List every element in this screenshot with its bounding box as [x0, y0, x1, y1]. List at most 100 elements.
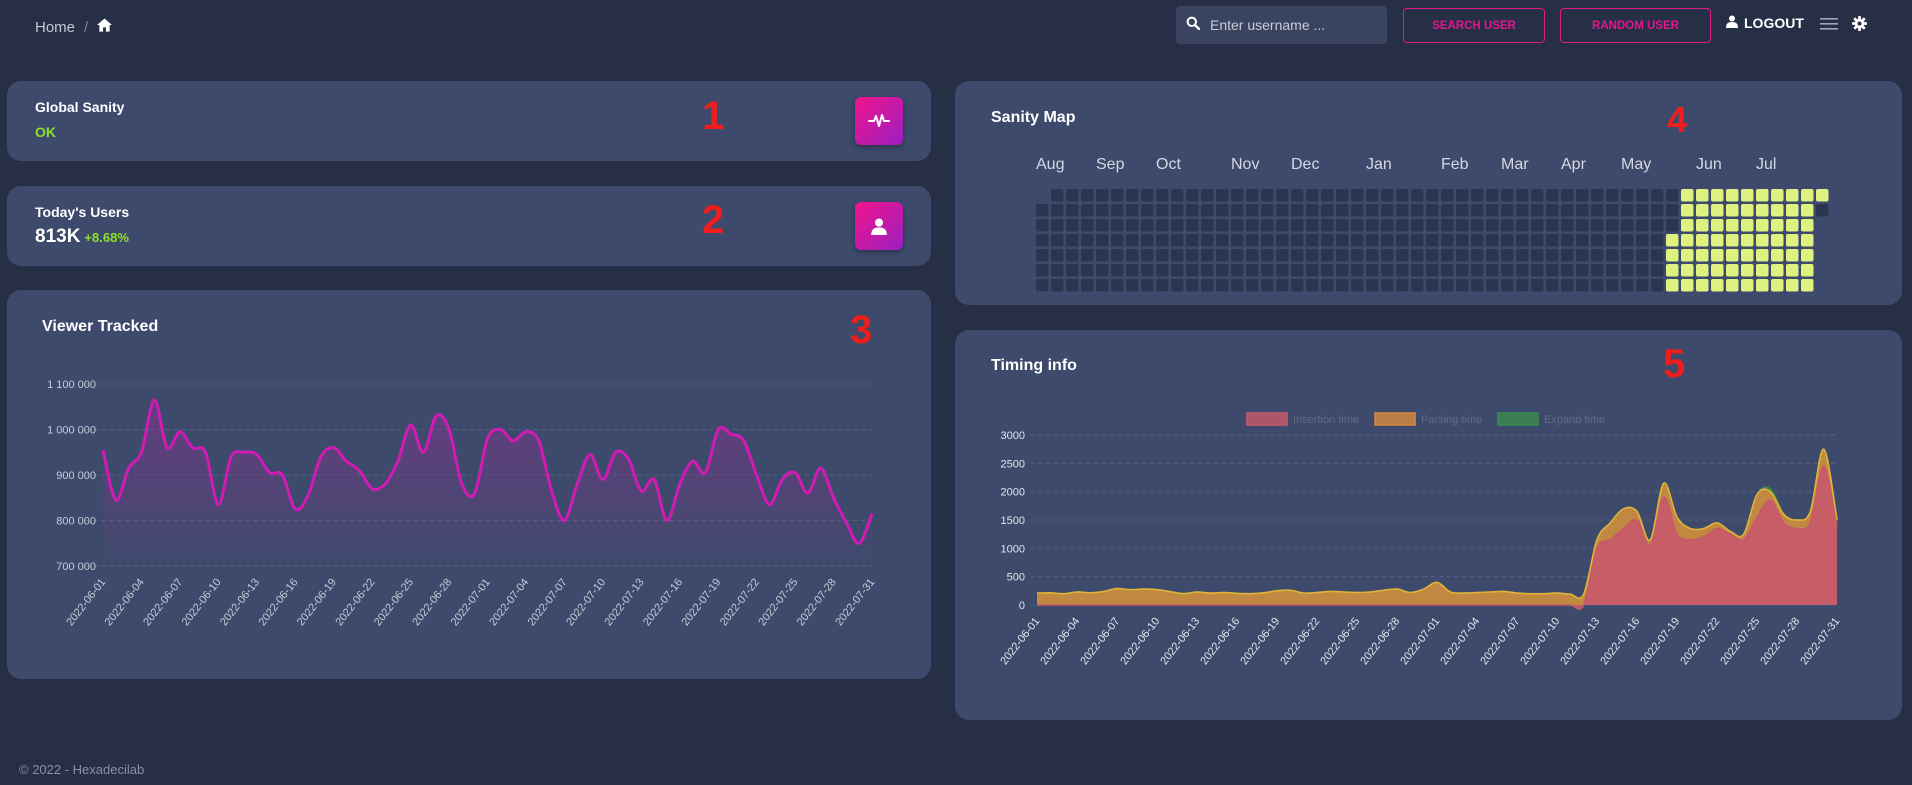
sanity-map-cell [1576, 219, 1589, 232]
timing-legend-label[interactable]: Insertion time [1293, 414, 1359, 426]
sanity-map-cell [1396, 204, 1409, 217]
random-user-button[interactable]: RANDOM USER [1560, 8, 1711, 43]
sanity-map-cell-active [1696, 279, 1709, 292]
sanity-map-cell [1141, 249, 1154, 262]
sanity-map-cell [1051, 204, 1064, 217]
sanity-map-cell-active [1801, 219, 1814, 232]
sanity-map-cell [1501, 249, 1514, 262]
viewer-x-tick: 2022-07-22 [718, 576, 762, 628]
sanity-map-cell [1246, 264, 1259, 277]
sanity-map-cell [1291, 219, 1304, 232]
menu-icon[interactable] [1820, 17, 1838, 36]
sanity-map-cell [1066, 219, 1079, 232]
sanity-map-cell [1096, 234, 1109, 247]
sanity-map-cell-active [1681, 219, 1694, 232]
viewer-x-tick: 2022-07-13 [603, 576, 647, 628]
viewer-y-tick: 1 000 000 [47, 425, 96, 437]
sanity-map-cell [1486, 219, 1499, 232]
sanity-map-cell [1381, 264, 1394, 277]
sanity-map-cell [1306, 219, 1319, 232]
timing-legend-label[interactable]: Expand time [1544, 414, 1605, 426]
sanity-map-cell [1066, 189, 1079, 202]
sanity-map-cell-active [1771, 279, 1784, 292]
search-user-button[interactable]: SEARCH USER [1403, 8, 1545, 43]
sanity-map-cell-active [1801, 264, 1814, 277]
sanity-map-cell [1261, 204, 1274, 217]
sanity-map-cell [1201, 264, 1214, 277]
sanity-map-cell [1546, 279, 1559, 292]
sanity-map-cell [1171, 264, 1184, 277]
sanity-map-cell [1231, 219, 1244, 232]
sanity-map-cell [1276, 219, 1289, 232]
search-input[interactable] [1208, 16, 1382, 34]
sanity-map-heatmap: Aug Sep Oct Nov Dec Jan Feb Mar Apr May Jun Jul [1036, 156, 1829, 292]
sanity-map-cell [1246, 189, 1259, 202]
sanity-map-month-label: Mar [1501, 156, 1529, 173]
sanity-map-cell [1126, 219, 1139, 232]
sanity-map-cell [1516, 249, 1529, 262]
sanity-map-cell [1216, 264, 1229, 277]
sanity-map-cell [1201, 249, 1214, 262]
sanity-map-cell [1441, 219, 1454, 232]
sanity-map-cell [1471, 249, 1484, 262]
home-icon[interactable] [97, 18, 113, 36]
gear-icon[interactable] [1852, 16, 1867, 36]
logout-button[interactable]: LOGOUT [1726, 15, 1804, 31]
sanity-map-cell [1651, 219, 1664, 232]
sanity-map-cell [1336, 204, 1349, 217]
sanity-map-cell-active [1696, 219, 1709, 232]
sanity-map-month-label: May [1621, 156, 1651, 173]
viewer-x-tick: 2022-07-10 [564, 576, 608, 628]
sanity-map-cell [1366, 234, 1379, 247]
sanity-map-cell [1426, 189, 1439, 202]
sanity-map-cell [1156, 279, 1169, 292]
sanity-map-cell [1606, 234, 1619, 247]
sanity-map-cell [1456, 189, 1469, 202]
sanity-map-cell-active [1726, 189, 1739, 202]
sanity-map-cell [1171, 249, 1184, 262]
sanity-map-cell [1546, 219, 1559, 232]
sanity-map-cell-active [1816, 189, 1829, 202]
timing-legend-label[interactable]: Parsing time [1421, 414, 1482, 426]
sanity-map-cell-active [1756, 204, 1769, 217]
sanity-map-cell [1231, 264, 1244, 277]
sanity-map-cell [1561, 249, 1574, 262]
viewer-x-tick: 2022-07-31 [833, 576, 877, 628]
timing-x-tick: 2022-07-10 [1518, 615, 1562, 667]
sanity-map-cell [1156, 189, 1169, 202]
sanity-map-cell [1096, 204, 1109, 217]
sanity-map-cell [1501, 189, 1514, 202]
sanity-map-cell [1546, 249, 1559, 262]
sanity-map-cell [1186, 264, 1199, 277]
sanity-map-cell [1261, 234, 1274, 247]
sanity-map-cell [1096, 279, 1109, 292]
viewer-x-tick: 2022-06-25 [372, 576, 416, 628]
sanity-map-cell [1261, 189, 1274, 202]
search-icon [1186, 16, 1201, 35]
sanity-map-cell [1381, 279, 1394, 292]
sanity-map-cell-active [1696, 234, 1709, 247]
sanity-map-cell [1531, 249, 1544, 262]
sanity-map-month-label: Nov [1231, 156, 1259, 173]
sanity-map-cell [1501, 204, 1514, 217]
sanity-map-cell [1666, 204, 1679, 217]
timing-x-tick: 2022-07-07 [1478, 615, 1522, 667]
breadcrumb-home-link[interactable]: Home [35, 19, 75, 36]
sanity-map-cell [1081, 234, 1094, 247]
viewer-x-tick: 2022-06-16 [257, 576, 301, 628]
timing-x-tick: 2022-06-16 [1198, 615, 1242, 667]
sanity-map-cell [1336, 264, 1349, 277]
sanity-map-cell-active [1726, 219, 1739, 232]
sanity-map-cell [1621, 264, 1634, 277]
sanity-map-cell [1516, 279, 1529, 292]
sanity-map-cell [1591, 279, 1604, 292]
sanity-map-cell [1141, 204, 1154, 217]
pulse-icon [855, 97, 903, 145]
sanity-map-cell [1171, 189, 1184, 202]
sanity-map-cell [1636, 264, 1649, 277]
sanity-map-cell [1426, 204, 1439, 217]
sanity-map-cell-active [1711, 219, 1724, 232]
sanity-map-cell [1486, 264, 1499, 277]
sanity-map-cell-active [1801, 204, 1814, 217]
sanity-map-cell-active [1741, 189, 1754, 202]
